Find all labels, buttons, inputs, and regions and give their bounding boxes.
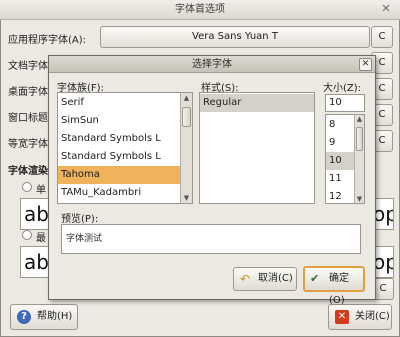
preview-text: 字体测试 [66, 234, 103, 244]
family-item[interactable]: TAMu_Kadambri [58, 184, 192, 202]
app-font-label: 应用程序字体(A): [8, 35, 87, 46]
family-scrollbar[interactable]: ▲ ▼ [180, 93, 192, 203]
size-label: 大小(Z): [323, 83, 362, 94]
title-font-label: 窗口标题 [8, 113, 48, 124]
size-scroll-up-icon[interactable]: ▲ [355, 115, 364, 123]
choose-font-dialog: 选择字体 ✕ 字体族(F): 样式(S): 大小(Z): Serif SimSu… [48, 55, 376, 306]
size-scroll-down-icon[interactable]: ▼ [355, 195, 364, 203]
rendering-sample-2: abc [20, 246, 50, 278]
close-label: 关闭(C) [355, 311, 390, 322]
family-list[interactable]: Serif SimSun Standard Symbols L Standard… [57, 92, 193, 204]
rendering-option1-radio[interactable] [22, 182, 32, 192]
rendering-option1-label: 单 [36, 185, 46, 196]
scroll-down-arrow-icon[interactable]: ▼ [181, 194, 192, 202]
family-item[interactable]: Standard Symbols L [58, 148, 192, 166]
family-item[interactable]: Standard Symbols L [58, 130, 192, 148]
rendering-sample-1: abc [20, 198, 50, 230]
desktop-font-label: 桌面字体 [8, 87, 48, 98]
size-scroll-thumb[interactable] [356, 127, 363, 151]
window-title: 字体首选项 [0, 0, 400, 20]
family-item[interactable]: SimSun [58, 112, 192, 130]
close-icon: ✕ [335, 310, 349, 324]
check-icon: ✔ [310, 272, 320, 285]
size-input[interactable]: 10 [325, 94, 365, 112]
preview-field[interactable]: 字体测试 [61, 224, 361, 254]
app-font-button[interactable]: Vera Sans Yuan T [100, 26, 370, 48]
undo-icon: ↶ [240, 272, 251, 286]
family-item[interactable]: Serif [58, 94, 192, 112]
cancel-label: 取消(C) [258, 273, 293, 284]
dialog-title: 选择字体 [49, 56, 375, 73]
preview-label: 预览(P): [61, 214, 99, 225]
dialog-close-icon[interactable]: ✕ [359, 58, 372, 71]
doc-font-label: 文档字体 [8, 61, 48, 72]
help-label: 帮助(H) [37, 311, 73, 322]
scroll-up-arrow-icon[interactable]: ▲ [181, 94, 192, 102]
size-scrollbar[interactable]: ▲ ▼ [354, 115, 364, 203]
help-icon: ? [17, 310, 31, 324]
window-close-icon[interactable]: ✕ [380, 3, 392, 15]
app-font-size-button[interactable]: C [371, 26, 393, 48]
style-list[interactable]: Regular [199, 92, 315, 204]
rendering-option2-radio[interactable] [22, 230, 32, 240]
help-button[interactable]: ? 帮助(H) [10, 304, 78, 330]
style-item-selected[interactable]: Regular [200, 94, 314, 112]
mono-font-label: 等宽字体 [8, 139, 48, 150]
ok-button[interactable]: ✔ 确定(O) [303, 266, 365, 306]
family-scroll-thumb[interactable] [182, 107, 191, 127]
rendering-heading: 字体渲染 [8, 166, 48, 177]
size-list[interactable]: 8 9 10 11 12 ▲ ▼ [325, 114, 365, 204]
cancel-button[interactable]: ↶ 取消(C) [233, 267, 297, 291]
rendering-option2-label: 最 [36, 233, 46, 244]
family-item-selected[interactable]: Tahoma [58, 166, 192, 184]
